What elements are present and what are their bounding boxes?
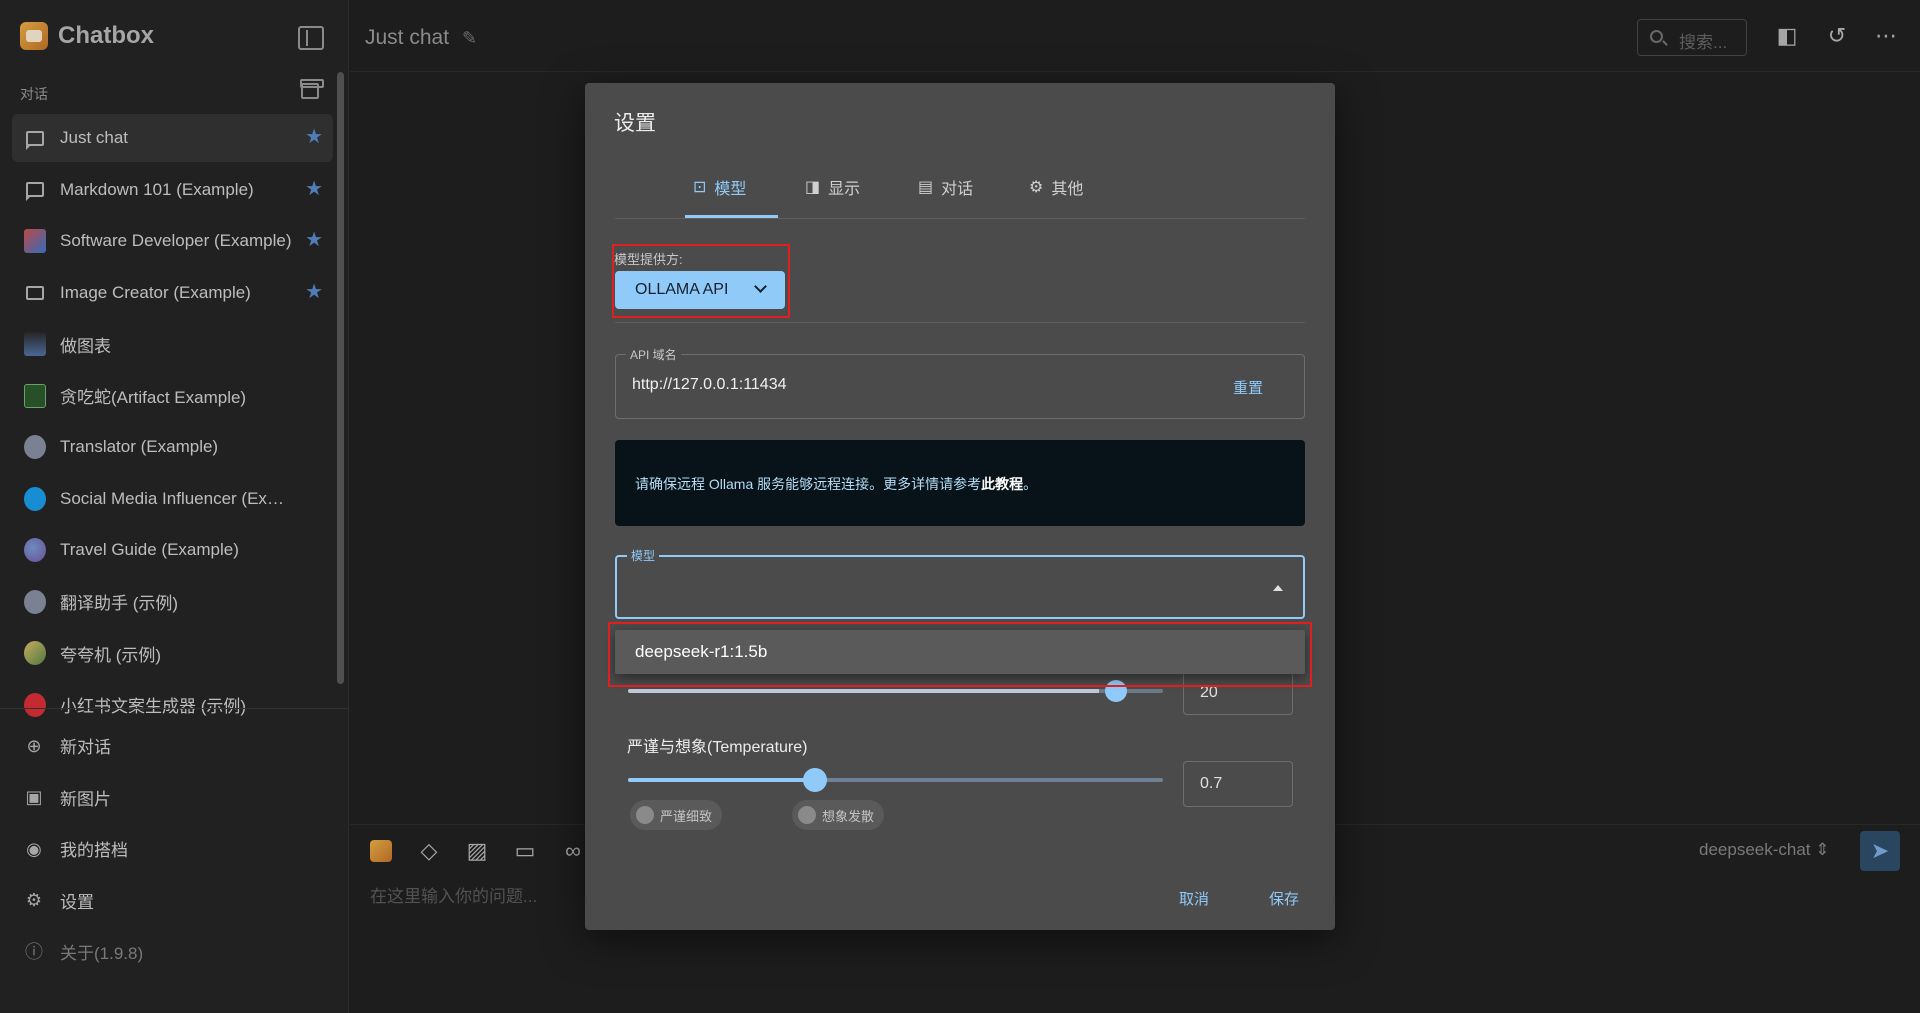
temperature-slider-thumb[interactable] (803, 768, 827, 792)
save-button[interactable]: 保存 (1269, 888, 1299, 909)
highlight-box (612, 244, 790, 318)
temperature-label: 严谨与想象(Temperature) (627, 739, 808, 756)
api-host-value: http://127.0.0.1:11434 (632, 376, 787, 393)
temperature-input[interactable]: 0.7 (1183, 761, 1293, 807)
chip-label: 想象发散 (822, 808, 875, 824)
temperature-slider-fill (628, 778, 815, 782)
display-icon: ◨ (805, 179, 821, 196)
tab-model[interactable]: ⊡ 模型 (693, 175, 746, 199)
notice-body: 请确保远程 Ollama 服务能够远程连接。更多详情请参考 (635, 476, 982, 492)
api-host-label: API 域名 (626, 346, 681, 363)
chip-label: 严谨细致 (660, 808, 713, 824)
cancel-button[interactable]: 取消 (1179, 888, 1209, 909)
info-notice: 请确保远程 Ollama 服务能够远程连接。更多详情请参考此教程。 (615, 440, 1305, 526)
tab-label: 模型 (714, 181, 747, 198)
reset-button[interactable]: 重置 (1233, 377, 1263, 398)
model-select[interactable]: 模型 (615, 547, 1305, 619)
tab-display[interactable]: ◨ 显示 (805, 175, 860, 199)
tab-label: 对话 (941, 181, 974, 198)
tab-other[interactable]: ⚙ 其他 (1029, 175, 1083, 199)
chat-icon: ▤ (918, 179, 934, 196)
strict-chip[interactable]: 严谨细致 (630, 800, 723, 830)
tab-chat[interactable]: ▤ 对话 (918, 175, 973, 199)
settings-dialog: 设置 ⊡ 模型 ◨ 显示 ▤ 对话 ⚙ 其他 模型提供方: OLLAMA API… (585, 83, 1335, 930)
tabs-divider (615, 218, 1305, 219)
imaginative-chip[interactable]: 想象发散 (792, 800, 885, 830)
notice-text: 请确保远程 Ollama 服务能够远程连接。更多详情请参考此教程。 (635, 474, 1037, 494)
robot-icon: ⊡ (693, 179, 707, 196)
api-host-field[interactable]: API 域名 http://127.0.0.1:11434 重置 (615, 346, 1305, 419)
strict-icon (636, 806, 654, 824)
model-label: 模型 (627, 547, 660, 564)
provider-divider (615, 322, 1305, 323)
caret-up-icon (1273, 585, 1283, 591)
tutorial-link[interactable]: 此教程 (981, 476, 1023, 492)
lightbulb-icon (798, 806, 816, 824)
gear-icon: ⚙ (1029, 179, 1044, 196)
tab-label: 其他 (1051, 181, 1084, 198)
dialog-title: 设置 (614, 112, 656, 135)
highlight-box (608, 622, 1312, 687)
tab-label: 显示 (828, 181, 861, 198)
max-context-slider[interactable] (628, 689, 1163, 693)
notice-end: 。 (1023, 476, 1038, 492)
